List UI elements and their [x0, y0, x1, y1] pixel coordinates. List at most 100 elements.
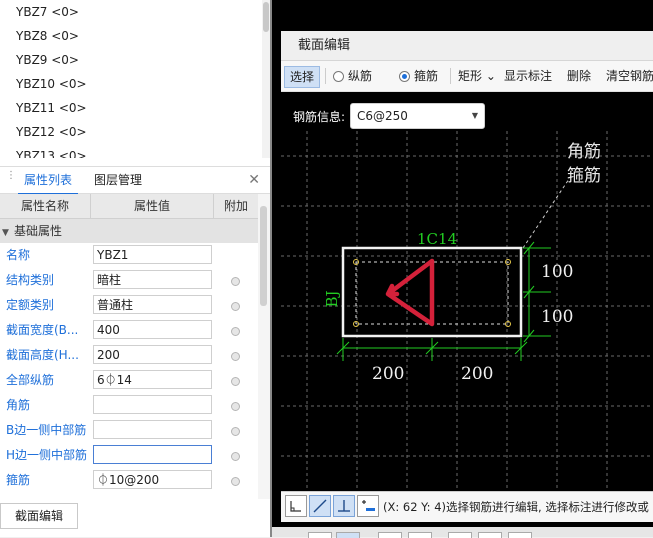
property-row[interactable]: 箍筋 ⏀10@200: [0, 468, 258, 493]
drag-grip-icon[interactable]: ⋮: [6, 171, 16, 187]
list-item[interactable]: YBZ10 <0>: [0, 72, 262, 96]
property-row[interactable]: 定额类别 普通柱: [0, 293, 258, 318]
add-dimension-icon[interactable]: [357, 495, 379, 517]
list-item[interactable]: YBZ9 <0>: [0, 48, 262, 72]
property-name: 截面高度(H...: [6, 348, 79, 362]
property-row[interactable]: 全部纵筋 6⏀14: [0, 368, 258, 393]
panel-tabs: ⋮ 属性列表 图层管理 ✕: [0, 166, 270, 195]
select-button[interactable]: 选择: [284, 66, 320, 88]
property-row[interactable]: 名称 YBZ1: [0, 243, 258, 268]
tab-properties[interactable]: 属性列表: [18, 167, 78, 195]
list-item[interactable]: YBZ11 <0>: [0, 96, 262, 120]
mini-tab[interactable]: [408, 532, 432, 538]
extra-toggle[interactable]: [231, 352, 240, 361]
property-name: 箍筋: [6, 473, 31, 487]
radio-label: 箍筋: [414, 69, 439, 83]
delete-button[interactable]: 删除: [567, 66, 591, 86]
radio-on-icon: [399, 71, 410, 82]
perpendicular-icon[interactable]: [333, 495, 355, 517]
section-drawing[interactable]: 角筋 箍筋 1C14 BJ 100 100 200 200: [281, 131, 653, 522]
top-rebar-label: 1C14: [417, 230, 457, 248]
extra-toggle[interactable]: [231, 477, 240, 486]
property-value-input[interactable]: 6⏀14: [93, 370, 212, 389]
dropdown-label: 矩形: [458, 69, 483, 83]
group-basic-props[interactable]: ▼ 基础属性: [0, 219, 258, 243]
mini-tab[interactable]: [478, 532, 502, 538]
longitudinal-radio[interactable]: 纵筋: [333, 66, 372, 86]
property-value-input[interactable]: 200: [93, 345, 212, 364]
snap-line-icon[interactable]: [309, 495, 331, 517]
rebar-info-select[interactable]: C6@250 ▼: [350, 103, 485, 129]
chevron-down-icon: ▼: [471, 111, 478, 120]
extra-toggle[interactable]: [231, 377, 240, 386]
property-value-input[interactable]: [93, 445, 212, 464]
dialog-title: 截面编辑: [298, 38, 351, 53]
property-value-input[interactable]: ⏀10@200: [93, 470, 212, 489]
chevron-down-icon: ⌄: [485, 69, 496, 83]
radio-label: 纵筋: [348, 69, 373, 83]
property-value-input[interactable]: [93, 420, 212, 439]
list-scrollbar[interactable]: [262, 0, 270, 158]
property-row[interactable]: 截面宽度(B... 400: [0, 318, 258, 343]
property-name: 结构类别: [6, 273, 55, 287]
list-item[interactable]: YBZ8 <0>: [0, 24, 262, 48]
dim-right-bottom[interactable]: 100: [541, 307, 573, 327]
extra-toggle[interactable]: [231, 452, 240, 461]
scroll-thumb[interactable]: [263, 2, 269, 32]
clear-rebar-button[interactable]: 清空钢筋: [606, 66, 653, 86]
property-name: 定额类别: [6, 298, 55, 312]
dialog-titlebar[interactable]: 截面编辑: [281, 31, 653, 61]
divider: [325, 68, 326, 84]
selected-stirrup-rebar[interactable]: [385, 258, 435, 327]
property-value-input[interactable]: 普通柱: [93, 295, 212, 314]
property-value-input[interactable]: YBZ1: [93, 245, 212, 264]
grid-lines: [281, 131, 653, 522]
tab-layers[interactable]: 图层管理: [90, 167, 146, 193]
list-item[interactable]: YBZ7 <0>: [0, 0, 262, 24]
property-row[interactable]: B边一侧中部筋: [0, 418, 258, 443]
left-panel: YBZ7 <0> YBZ8 <0> YBZ9 <0> YBZ10 <0> YBZ…: [0, 0, 270, 537]
grid-scrollbar[interactable]: [258, 194, 270, 499]
bottom-strip: [272, 527, 653, 538]
group-label: 基础属性: [14, 224, 63, 238]
list-item[interactable]: YBZ12 <0>: [0, 120, 262, 144]
scroll-thumb[interactable]: [260, 206, 267, 306]
extra-toggle[interactable]: [231, 302, 240, 311]
extra-toggle[interactable]: [231, 277, 240, 286]
divider: [450, 68, 451, 84]
property-name: 全部纵筋: [6, 373, 55, 387]
property-row[interactable]: H边一侧中部筋: [0, 443, 258, 468]
dim-bottom-left[interactable]: 200: [372, 364, 404, 384]
extra-toggle[interactable]: [231, 402, 240, 411]
mini-tab[interactable]: [448, 532, 472, 538]
radio-off-icon: [333, 71, 344, 82]
section-edit-button[interactable]: 截面编辑: [0, 503, 78, 529]
mini-tab[interactable]: [336, 532, 360, 538]
component-list: YBZ7 <0> YBZ8 <0> YBZ9 <0> YBZ10 <0> YBZ…: [0, 0, 262, 158]
extra-toggle[interactable]: [231, 427, 240, 436]
property-row[interactable]: 截面高度(H... 200: [0, 343, 258, 368]
property-row[interactable]: 结构类别 暗柱: [0, 268, 258, 293]
ortho-mode-icon[interactable]: [285, 495, 307, 517]
property-name: H边一侧中部筋: [6, 448, 88, 462]
property-value-input[interactable]: [93, 395, 212, 414]
dim-bottom-right[interactable]: 200: [461, 364, 493, 384]
header-extra: 附加: [223, 199, 248, 213]
right-dimension: [523, 241, 551, 343]
stirrup-radio[interactable]: 箍筋: [399, 66, 438, 86]
property-value-input[interactable]: 暗柱: [93, 270, 212, 289]
dim-right-top[interactable]: 100: [541, 262, 573, 282]
mini-tab[interactable]: [308, 532, 332, 538]
property-row[interactable]: 角筋: [0, 393, 258, 418]
property-value-input[interactable]: 400: [93, 320, 212, 339]
close-icon[interactable]: ✕: [248, 167, 260, 193]
collapse-arrow-icon[interactable]: ▼: [0, 221, 14, 245]
property-name: B边一侧中部筋: [6, 423, 87, 437]
rect-dropdown[interactable]: 矩形 ⌄: [458, 66, 496, 86]
extra-toggle[interactable]: [231, 327, 240, 336]
mini-tab[interactable]: [378, 532, 402, 538]
show-label-button[interactable]: 显示标注: [504, 66, 552, 86]
mini-tab[interactable]: [508, 532, 532, 538]
dialog-toolbar: 选择 纵筋 箍筋 矩形 ⌄ 显示标注 删除 清空钢筋: [281, 61, 653, 92]
list-item[interactable]: YBZ13 <0>: [0, 144, 262, 158]
